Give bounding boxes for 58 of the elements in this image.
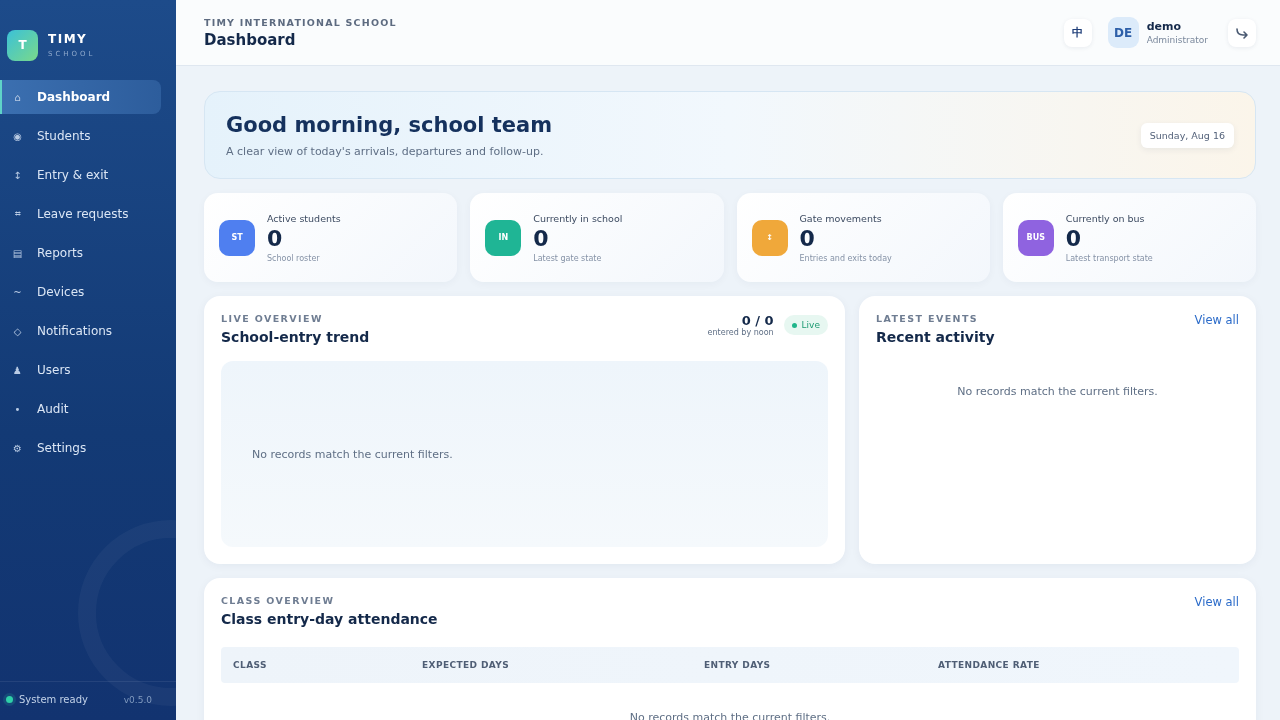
stat-badge: ↕ [751,219,788,256]
panel-title: Class entry-day attendance [221,611,438,627]
language-button[interactable]: 中 [1063,18,1092,47]
stat-note: School roster [267,253,321,263]
sidebar-item[interactable]: ~ Devices [0,275,161,309]
stat-badge: BUS [1017,219,1054,256]
stat-value: 0 [267,224,284,253]
column-header: ATTENDANCE RATE [938,660,1041,670]
stat-badge: IN [485,219,522,256]
stat-label: Gate movements [799,212,883,224]
ratio-note: entered by noon [707,328,774,337]
entry-ratio: 0 / 0 [741,313,774,328]
column-header: CLASS [233,660,268,670]
panel-eyebrow: LATEST EVENTS [876,313,980,324]
sidebar-item[interactable]: ♟ Users [0,353,161,387]
logout-button[interactable] [1228,18,1256,47]
sidebar-item[interactable]: ◉ Students [0,119,161,153]
status-dot-icon [6,696,13,703]
empty-message: No records match the current filters. [252,447,453,461]
stat-label: Active students [267,212,341,224]
panel-title: School-entry trend [221,329,370,345]
logo-icon: T [7,29,38,61]
stat-badge: ST [219,219,255,256]
stat-note: Entries and exits today [799,253,892,263]
stat-label: Currently on bus [1065,212,1146,224]
empty-message: No records match the current filters. [957,385,1158,398]
stat-label: Currently in school [533,212,623,224]
panel-eyebrow: CLASS OVERVIEW [221,595,336,606]
date-chip: Sunday, Aug 16 [1140,122,1234,148]
stat-value: 0 [799,224,816,253]
sidebar-item[interactable]: ⌂ Dashboard [0,80,161,114]
version-label: v0.5.0 [123,694,152,705]
sidebar-item[interactable]: ▤ Reports [0,236,161,270]
sidebar-item[interactable]: ⌗ Leave requests [0,197,161,231]
system-status: System ready [19,694,88,705]
school-name: TIMY INTERNATIONAL SCHOOL [204,16,397,28]
user-avatar: DE [1107,17,1139,48]
stat-note: Latest transport state [1065,253,1153,263]
stat-value: 0 [533,224,550,253]
user-role: Administrator [1146,35,1208,45]
greeting-subtitle: A clear view of today's arrivals, departures and follow-up. [226,144,545,158]
stat-note: Latest gate state [533,253,603,263]
user-name: demo [1146,20,1182,33]
sidebar-item[interactable]: ⚙ Settings [0,431,161,465]
live-badge: Live [783,315,828,335]
page-title: Dashboard [204,30,297,49]
panel-eyebrow: LIVE OVERVIEW [221,313,324,324]
view-all-link[interactable]: View all [1194,595,1239,609]
view-all-link[interactable]: View all [1194,313,1239,327]
sidebar-item[interactable]: • Audit [0,392,161,426]
column-header: EXPECTED DAYS [422,660,511,670]
brand-name: TIMY [48,32,89,46]
sidebar-item[interactable]: ◇ Notifications [0,314,161,348]
panel-title: Recent activity [876,329,995,345]
greeting-title: Good morning, school team [226,112,553,137]
column-header: ENTRY DAYS [704,660,772,670]
sidebar-item[interactable]: ↕ Entry & exit [0,158,161,192]
stat-value: 0 [1065,224,1083,253]
